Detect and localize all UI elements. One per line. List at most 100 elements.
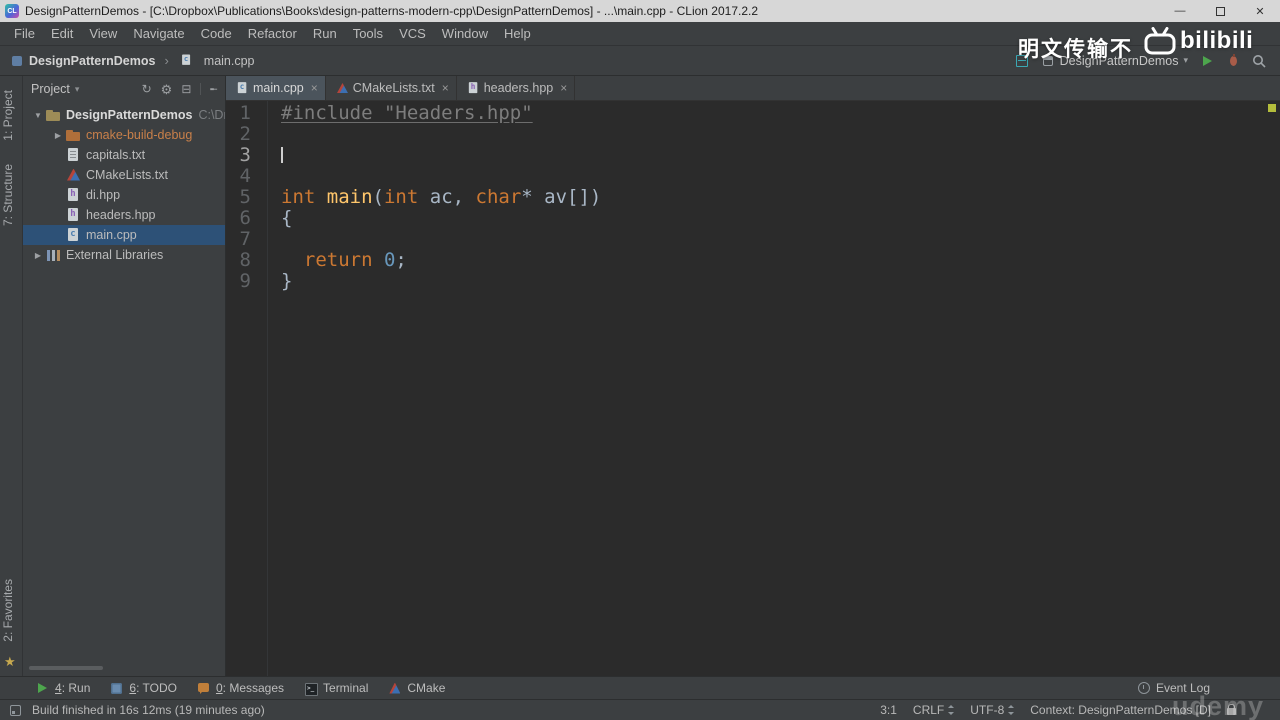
menu-tools[interactable]: Tools bbox=[345, 26, 391, 41]
code-text: { bbox=[259, 208, 292, 229]
line-separator-value: CRLF bbox=[912, 703, 945, 717]
menu-code[interactable]: Code bbox=[193, 26, 240, 41]
menu-edit[interactable]: Edit bbox=[43, 26, 81, 41]
tab-close-icon[interactable]: × bbox=[442, 81, 449, 95]
encoding-widget[interactable]: UTF-8 bbox=[970, 703, 1015, 717]
editor-tab-cmakelists-txt[interactable]: CMakeLists.txt × bbox=[326, 76, 457, 100]
mnemonic: 4 bbox=[55, 681, 62, 695]
collapse-all-icon[interactable] bbox=[181, 83, 191, 95]
chevron-right-icon[interactable] bbox=[31, 250, 45, 260]
code-line: 5 int main(int ac, char* av[]) bbox=[226, 187, 1280, 208]
hide-panel-icon[interactable] bbox=[210, 83, 217, 96]
line-separator-widget[interactable]: CRLF bbox=[912, 703, 955, 717]
toolwindow-layout-icon[interactable] bbox=[1015, 54, 1029, 68]
menu-help[interactable]: Help bbox=[496, 26, 539, 41]
stripe-button-favorites[interactable]: 2: Favorites bbox=[1, 579, 21, 642]
tab-close-icon[interactable]: × bbox=[560, 81, 567, 95]
editor-tab-headers-hpp[interactable]: headers.hpp × bbox=[457, 76, 576, 100]
toolwindow-stripe-left: 1: Project 7: Structure 2: Favorites ★ bbox=[0, 76, 23, 676]
gear-icon[interactable] bbox=[161, 83, 173, 96]
status-message: Build finished in 16s 12ms (19 minutes a… bbox=[32, 703, 265, 717]
menu-vcs[interactable]: VCS bbox=[391, 26, 434, 41]
file-header-icon bbox=[65, 187, 82, 203]
line-number[interactable]: 8 bbox=[226, 250, 259, 271]
code-token: main bbox=[326, 186, 373, 208]
file-header-icon bbox=[466, 81, 480, 95]
stripe-button-project[interactable]: 1: Project bbox=[1, 90, 21, 141]
chevron-right-icon[interactable] bbox=[51, 130, 65, 140]
line-number[interactable]: 1 bbox=[226, 103, 259, 124]
code-editor[interactable]: 1 #include "Headers.hpp" 2 3 4 5 int main(int … bbox=[226, 101, 1280, 676]
line-number[interactable]: 5 bbox=[226, 187, 259, 208]
menu-view[interactable]: View bbox=[81, 26, 125, 41]
stripe-button-structure[interactable]: 7: Structure bbox=[1, 164, 21, 226]
code-text: } bbox=[259, 271, 292, 292]
tree-item-label: di.hpp bbox=[86, 188, 121, 202]
tree-item-designpatterndemos[interactable]: DesignPatternDemos C:\Drop bbox=[23, 105, 225, 125]
tree-item-cmakelists-txt[interactable]: CMakeLists.txt bbox=[23, 165, 225, 185]
breadcrumb: DesignPatternDemos › main.cpp bbox=[10, 53, 255, 68]
code-token: { bbox=[281, 207, 293, 229]
event-log-label: Event Log bbox=[1155, 681, 1210, 695]
context-widget[interactable]: Context: DesignPatternDemos [D] bbox=[1030, 703, 1211, 717]
close-button[interactable]: ✕ bbox=[1240, 0, 1280, 22]
breadcrumb-project[interactable]: DesignPatternDemos bbox=[29, 54, 155, 68]
breadcrumb-file[interactable]: main.cpp bbox=[204, 54, 255, 68]
toolwindow-button-6-todo[interactable]: 6: TODO bbox=[100, 677, 187, 699]
search-everywhere-button[interactable] bbox=[1252, 54, 1266, 68]
chevron-down-icon[interactable] bbox=[31, 110, 45, 120]
code-line: 7 bbox=[226, 229, 1280, 250]
inspection-marker-icon[interactable] bbox=[1268, 104, 1276, 112]
run-icon bbox=[36, 682, 49, 695]
event-log-button[interactable]: Event Log bbox=[1137, 681, 1274, 695]
tree-item-headers-hpp[interactable]: headers.hpp bbox=[23, 205, 225, 225]
toolwindow-button-terminal[interactable]: Terminal bbox=[294, 677, 378, 699]
line-number[interactable]: 7 bbox=[226, 229, 259, 250]
line-number[interactable]: 4 bbox=[226, 166, 259, 187]
minimize-button[interactable]: — bbox=[1160, 0, 1200, 22]
tree-item-main-cpp[interactable]: main.cpp bbox=[23, 225, 225, 245]
toolwindow-button-0-messages[interactable]: 0: Messages bbox=[187, 677, 294, 699]
menu-run[interactable]: Run bbox=[305, 26, 345, 41]
tree-item-external-libraries[interactable]: External Libraries bbox=[23, 245, 225, 265]
maximize-icon bbox=[1215, 6, 1225, 16]
editor-tab-main-cpp[interactable]: main.cpp × bbox=[226, 76, 326, 100]
editor-tabs: main.cpp × CMakeLists.txt × headers.hpp × bbox=[226, 76, 1280, 101]
main-area: 1: Project 7: Structure 2: Favorites ★ P… bbox=[0, 76, 1280, 676]
tree-item-cmake-build-debug[interactable]: cmake-build-debug bbox=[23, 125, 225, 145]
toolwindow-button-4-run[interactable]: 4: Run bbox=[26, 677, 100, 699]
toolwindow-toggle-icon[interactable] bbox=[10, 704, 21, 716]
refresh-icon[interactable] bbox=[142, 83, 152, 95]
project-panel-title[interactable]: Project bbox=[31, 82, 70, 96]
menu-window[interactable]: Window bbox=[434, 26, 496, 41]
status-widgets: 3:1 CRLF UTF-8 Context: DesignPatternDem… bbox=[880, 703, 1270, 717]
caret-position-widget[interactable]: 3:1 bbox=[880, 703, 897, 717]
menu-navigate[interactable]: Navigate bbox=[125, 26, 192, 41]
tree-item-di-hpp[interactable]: di.hpp bbox=[23, 185, 225, 205]
tree-item-label: DesignPatternDemos bbox=[66, 108, 193, 122]
debug-button[interactable] bbox=[1226, 53, 1240, 68]
menu-refactor[interactable]: Refactor bbox=[240, 26, 305, 41]
highlighting-level-lock-icon[interactable] bbox=[1227, 704, 1236, 715]
toolwindow-button-label: Terminal bbox=[323, 681, 369, 695]
line-number[interactable]: 6 bbox=[226, 208, 259, 229]
menu-file[interactable]: File bbox=[6, 26, 43, 41]
toolwindow-button-cmake[interactable]: CMake bbox=[378, 677, 455, 699]
code-token: 0 bbox=[383, 249, 396, 271]
tree-item-capitals-txt[interactable]: capitals.txt bbox=[23, 145, 225, 165]
line-number[interactable]: 2 bbox=[226, 124, 259, 145]
tab-close-icon[interactable]: × bbox=[311, 81, 318, 95]
code-text: #include "Headers.hpp" bbox=[259, 103, 533, 124]
maximize-button[interactable] bbox=[1200, 0, 1240, 22]
line-number[interactable]: 3 bbox=[226, 145, 259, 166]
line-number[interactable]: 9 bbox=[226, 271, 259, 292]
run-configuration-selector[interactable]: DesignPatternDemos ▾ bbox=[1041, 54, 1188, 68]
favorites-star-icon[interactable]: ★ bbox=[4, 654, 16, 670]
clion-logo-icon: CL bbox=[5, 4, 19, 18]
tree-item-label: main.cpp bbox=[86, 228, 137, 242]
run-button[interactable] bbox=[1200, 54, 1214, 68]
horizontal-scrollbar[interactable] bbox=[29, 666, 103, 670]
tree-item-path-hint: C:\Drop bbox=[198, 108, 225, 122]
toolwindow-buttons: 4: Run 6: TODO 0: Messages Terminal CMake bbox=[26, 677, 455, 699]
